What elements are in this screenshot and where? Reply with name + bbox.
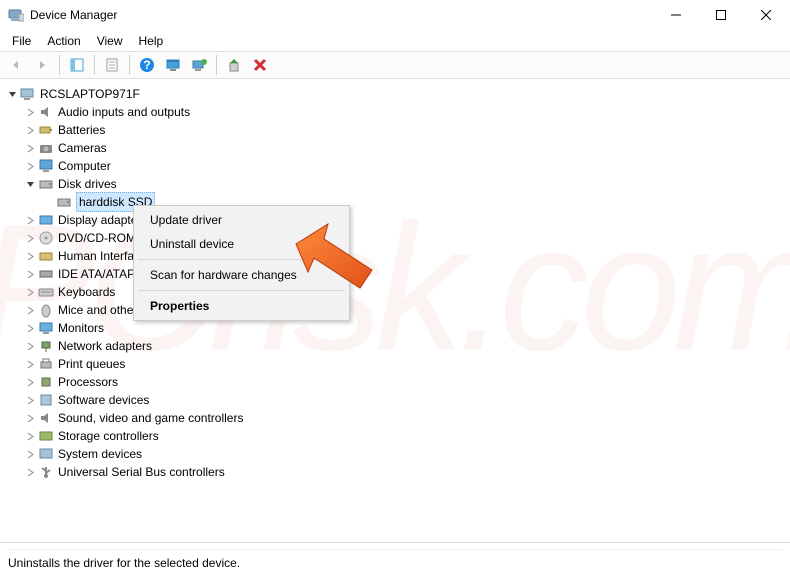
chevron-right-icon[interactable] — [24, 394, 36, 406]
tree-node-storage[interactable]: Storage controllers — [24, 427, 790, 445]
menu-help[interactable]: Help — [131, 32, 172, 50]
chevron-down-icon[interactable] — [24, 178, 36, 190]
context-menu-separator — [138, 259, 345, 260]
menubar: File Action View Help — [0, 30, 790, 51]
controller-icon — [38, 266, 54, 282]
display-adapter-icon — [38, 212, 54, 228]
tree-root-label: RCSLAPTOP971F — [40, 85, 140, 103]
svg-text:?: ? — [143, 58, 150, 72]
hid-icon — [38, 248, 54, 264]
show-hide-console-tree-button[interactable] — [65, 53, 89, 77]
chevron-right-icon[interactable] — [24, 232, 36, 244]
update-driver-button[interactable] — [187, 53, 211, 77]
computer-icon — [20, 86, 36, 102]
tree-node-batteries[interactable]: Batteries — [24, 121, 790, 139]
properties-button[interactable] — [100, 53, 124, 77]
tree-node-computer[interactable]: Computer — [24, 157, 790, 175]
chevron-right-icon[interactable] — [24, 142, 36, 154]
disk-icon — [38, 176, 54, 192]
context-menu: Update driver Uninstall device Scan for … — [133, 205, 350, 321]
chevron-right-icon[interactable] — [24, 322, 36, 334]
printer-icon — [38, 356, 54, 372]
chevron-right-icon[interactable] — [24, 466, 36, 478]
window-title: Device Manager — [30, 8, 653, 22]
titlebar: Device Manager — [0, 0, 790, 30]
network-icon — [38, 338, 54, 354]
tree-node-software[interactable]: Software devices — [24, 391, 790, 409]
menu-view[interactable]: View — [89, 32, 131, 50]
chevron-right-icon[interactable] — [24, 124, 36, 136]
toolbar-separator — [216, 55, 217, 75]
tree-node-system[interactable]: System devices — [24, 445, 790, 463]
tree-node-cameras[interactable]: Cameras — [24, 139, 790, 157]
chevron-right-icon[interactable] — [24, 286, 36, 298]
sound-icon — [38, 410, 54, 426]
enable-device-button[interactable] — [222, 53, 246, 77]
monitor-icon — [38, 158, 54, 174]
chevron-right-icon[interactable] — [24, 250, 36, 262]
tree-node-usb[interactable]: Universal Serial Bus controllers — [24, 463, 790, 481]
uninstall-device-button[interactable] — [248, 53, 272, 77]
tree-node-monitors[interactable]: Monitors — [24, 319, 790, 337]
system-icon — [38, 446, 54, 462]
tree-node-network[interactable]: Network adapters — [24, 337, 790, 355]
keyboard-icon — [38, 284, 54, 300]
back-button[interactable] — [4, 53, 28, 77]
maximize-button[interactable] — [698, 1, 743, 30]
battery-icon — [38, 122, 54, 138]
context-menu-separator — [138, 290, 345, 291]
forward-button[interactable] — [30, 53, 54, 77]
chevron-right-icon[interactable] — [24, 430, 36, 442]
cpu-icon — [38, 374, 54, 390]
scan-hardware-button[interactable] — [161, 53, 185, 77]
menu-file[interactable]: File — [4, 32, 39, 50]
context-menu-update-driver[interactable]: Update driver — [136, 208, 347, 232]
chevron-right-icon[interactable] — [24, 304, 36, 316]
tree-node-printq[interactable]: Print queues — [24, 355, 790, 373]
tree-node-processors[interactable]: Processors — [24, 373, 790, 391]
menu-action[interactable]: Action — [39, 32, 88, 50]
chevron-right-icon[interactable] — [24, 160, 36, 172]
minimize-button[interactable] — [653, 1, 698, 30]
chevron-right-icon[interactable] — [24, 340, 36, 352]
tree-root[interactable]: RCSLAPTOP971F — [6, 85, 790, 103]
toolbar-separator — [94, 55, 95, 75]
tree-node-diskdrives[interactable]: Disk drives — [24, 175, 790, 193]
usb-icon — [38, 464, 54, 480]
statusbar: Uninstalls the driver for the selected d… — [0, 542, 790, 575]
toolbar-separator — [59, 55, 60, 75]
toolbar: ? — [0, 51, 790, 79]
storage-icon — [38, 428, 54, 444]
tree-node-audio[interactable]: Audio inputs and outputs — [24, 103, 790, 121]
app-icon — [8, 7, 24, 23]
context-menu-uninstall-device[interactable]: Uninstall device — [136, 232, 347, 256]
chevron-right-icon[interactable] — [24, 448, 36, 460]
device-tree-container: RCSLAPTOP971F Audio inputs and outputs B… — [0, 79, 790, 541]
context-menu-scan-hardware[interactable]: Scan for hardware changes — [136, 263, 347, 287]
chevron-down-icon[interactable] — [6, 88, 18, 100]
chevron-right-icon[interactable] — [24, 106, 36, 118]
disk-icon — [56, 194, 72, 210]
chevron-right-icon[interactable] — [24, 412, 36, 424]
chevron-right-icon[interactable] — [24, 268, 36, 280]
help-button[interactable]: ? — [135, 53, 159, 77]
audio-icon — [38, 104, 54, 120]
chevron-right-icon[interactable] — [24, 214, 36, 226]
device-tree[interactable]: RCSLAPTOP971F Audio inputs and outputs B… — [0, 79, 790, 481]
mouse-icon — [38, 302, 54, 318]
tree-node-sound[interactable]: Sound, video and game controllers — [24, 409, 790, 427]
chevron-right-icon[interactable] — [24, 358, 36, 370]
camera-icon — [38, 140, 54, 156]
monitor-icon — [38, 320, 54, 336]
context-menu-properties[interactable]: Properties — [136, 294, 347, 318]
software-icon — [38, 392, 54, 408]
chevron-right-icon[interactable] — [24, 376, 36, 388]
toolbar-separator — [129, 55, 130, 75]
statusbar-text: Uninstalls the driver for the selected d… — [8, 556, 240, 570]
optical-drive-icon — [38, 230, 54, 246]
close-button[interactable] — [743, 1, 788, 30]
